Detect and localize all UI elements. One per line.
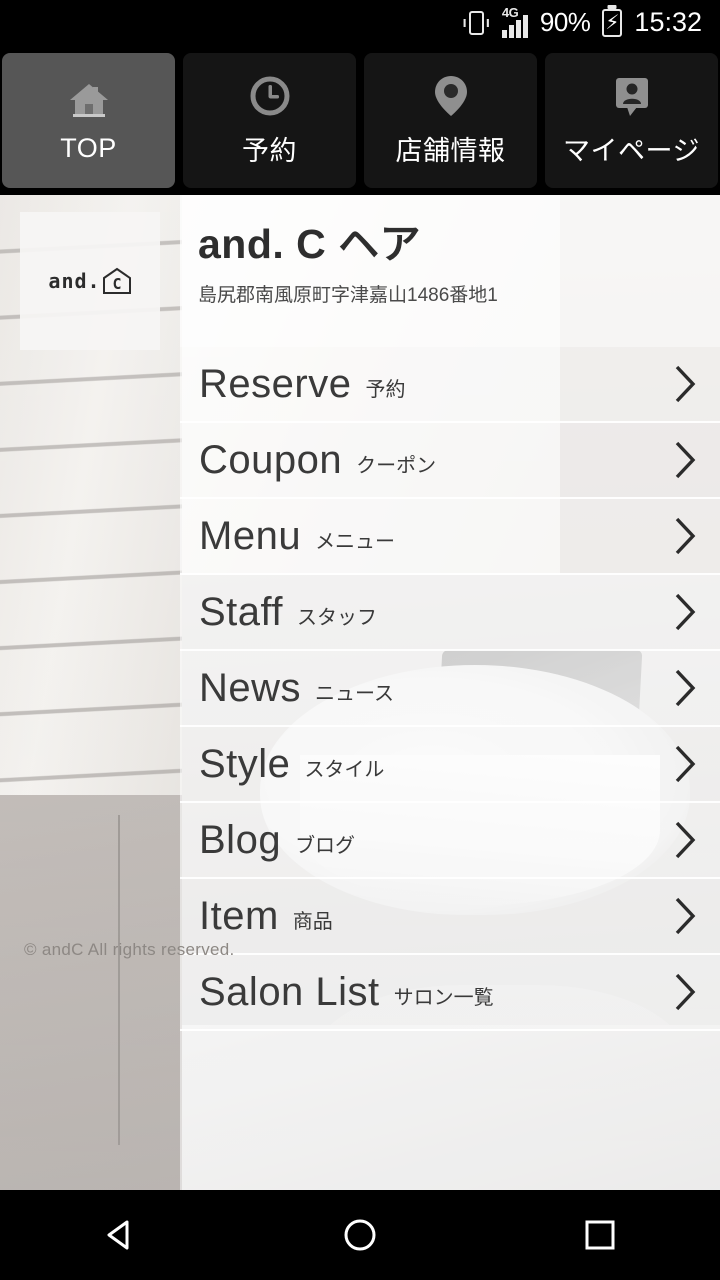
menu-label-ja: スタッフ — [297, 606, 378, 629]
menu-label-ja: ニュース — [315, 682, 395, 705]
menu-label-ja: 商品 — [292, 910, 333, 933]
menu-label-en: Staff — [199, 590, 284, 634]
back-triangle-icon[interactable] — [0, 1215, 240, 1255]
battery-charging-icon: ⚡ — [602, 8, 623, 37]
chevron-right-icon — [672, 439, 698, 481]
battery-percent: 90% — [539, 7, 591, 37]
home-icon — [67, 77, 111, 123]
shop-header: and. C ヘア 島尻郡南風原町字津嘉山1486番地1 — [180, 195, 720, 347]
status-bar: ı ı 4G 90% ⚡ 15:32 — [0, 0, 720, 45]
menu-label-en: Item — [199, 894, 279, 938]
chevron-right-icon — [672, 363, 698, 405]
chevron-right-icon — [672, 515, 698, 557]
menu-label-en: Coupon — [199, 438, 343, 482]
chevron-right-icon — [672, 743, 698, 785]
tab-shop-info[interactable]: 店舗情報 — [364, 53, 537, 188]
chevron-right-icon — [672, 895, 698, 937]
tab-label: 予約 — [242, 136, 297, 166]
menu-label-ja: メニュー — [315, 530, 396, 553]
page-title: and. C ヘア — [198, 221, 422, 267]
menu-label-en: Reserve — [199, 362, 352, 406]
menu-label-ja: 予約 — [365, 378, 406, 401]
android-nav-bar — [0, 1190, 720, 1280]
chevron-right-icon — [672, 971, 698, 1013]
menu-item-reserve[interactable]: Reserve 予約 — [180, 347, 720, 423]
clock-icon — [248, 73, 292, 119]
menu-item-news[interactable]: News ニュース — [180, 651, 720, 727]
tab-label: マイページ — [563, 136, 700, 166]
menu-item-style[interactable]: Style スタイル — [180, 727, 720, 803]
menu-label-ja: サロン一覧 — [393, 986, 494, 1009]
menu-label-en: Menu — [199, 514, 302, 558]
recents-square-icon[interactable] — [480, 1215, 720, 1255]
house-mark-icon: C — [102, 267, 131, 294]
chevron-right-icon — [672, 667, 698, 709]
chevron-right-icon — [672, 819, 698, 861]
menu-label-en: News — [199, 666, 302, 710]
tab-label: 店舗情報 — [395, 136, 506, 166]
map-pin-icon — [431, 73, 471, 119]
menu-item-staff[interactable]: Staff スタッフ — [180, 575, 720, 651]
status-bar-clock: 15:32 — [634, 7, 702, 37]
tab-label: TOP — [60, 133, 117, 163]
person-badge-icon — [611, 73, 653, 119]
menu-label-ja: クーポン — [356, 454, 437, 477]
tab-top[interactable]: TOP — [2, 53, 175, 188]
main-menu-list: Reserve 予約 Coupon クーポン Menu メニュー Staff ス… — [180, 347, 720, 1031]
svg-text:C: C — [112, 275, 121, 293]
menu-item-coupon[interactable]: Coupon クーポン — [180, 423, 720, 499]
tab-reserve[interactable]: 予約 — [183, 53, 356, 188]
menu-label-en: Salon List — [199, 970, 380, 1014]
network-type-label: 4G — [501, 4, 519, 20]
and-c-logo: and. C — [20, 212, 160, 350]
menu-item-salon-list[interactable]: Salon List サロン一覧 — [180, 955, 720, 1031]
menu-label-ja: ブログ — [295, 834, 356, 857]
shop-address: 島尻郡南風原町字津嘉山1486番地1 — [198, 285, 498, 307]
logo-text: and. — [48, 269, 101, 293]
menu-label-en: Blog — [199, 818, 282, 862]
menu-label-ja: スタイル — [304, 758, 385, 781]
menu-item-menu[interactable]: Menu メニュー — [180, 499, 720, 575]
copyright-text: © andC All rights reserved. — [24, 940, 235, 959]
chevron-right-icon — [672, 591, 698, 633]
top-tab-bar: TOP 予約 店舗情報 マイページ — [0, 45, 720, 195]
tab-mypage[interactable]: マイページ — [545, 53, 718, 188]
home-circle-icon[interactable] — [240, 1215, 480, 1255]
content-panel: and. C ヘア 島尻郡南風原町字津嘉山1486番地1 Reserve 予約 … — [180, 195, 720, 1190]
vibrate-icon: ı ı — [463, 10, 490, 35]
menu-label-en: Style — [199, 742, 291, 786]
menu-item-blog[interactable]: Blog ブログ — [180, 803, 720, 879]
signal-bars-icon: 4G — [501, 4, 528, 38]
